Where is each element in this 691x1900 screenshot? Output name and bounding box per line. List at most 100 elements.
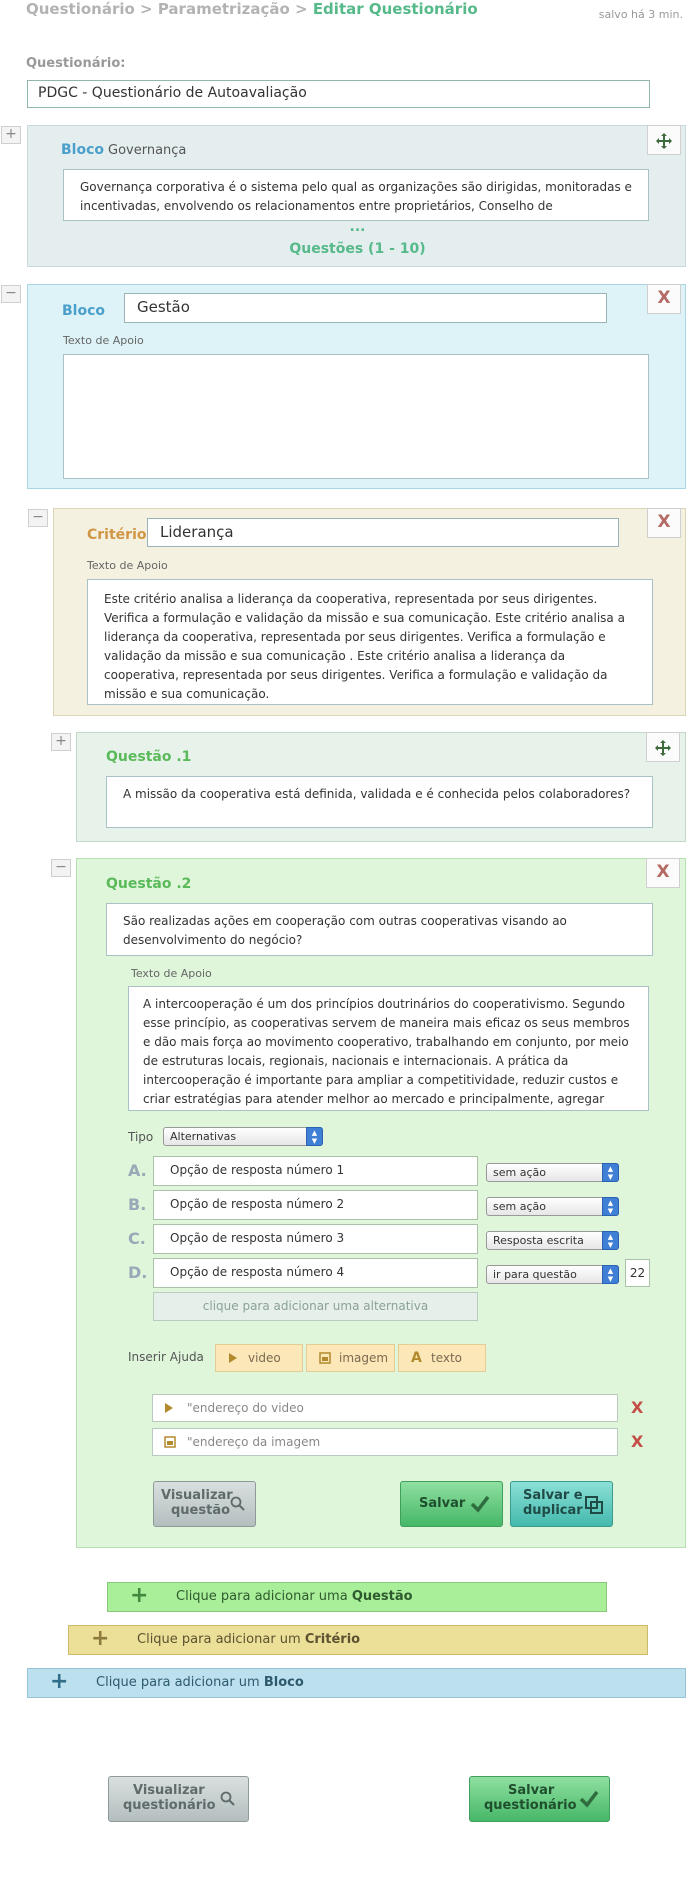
block-governanca-expand-toggle[interactable]: + <box>1 126 21 144</box>
move-questao-button[interactable] <box>646 732 680 762</box>
goto-question-number-input[interactable]: 22 <box>625 1259 650 1287</box>
support-text-area[interactable] <box>63 354 649 479</box>
close-criterio-button[interactable]: X <box>647 508 681 538</box>
saved-status: salvo há 3 min. <box>598 8 683 21</box>
preview-question-button[interactable]: Visualizar questão <box>153 1481 256 1527</box>
tipo-select-value: Alternativas <box>170 1130 237 1143</box>
alternative-input[interactable]: Opção de resposta número 1 <box>153 1156 478 1186</box>
video-url-input[interactable]: "endereço do video <box>152 1394 618 1422</box>
alternative-action-select[interactable]: ir para questão ▲ ▼ <box>486 1265 619 1284</box>
alternative-input[interactable]: Opção de resposta número 4 <box>153 1258 478 1288</box>
support-text-label: Texto de Apoio <box>87 559 168 572</box>
block-name-input[interactable]: Gestão <box>124 293 607 323</box>
alternative-action-value: ir para questão <box>493 1268 577 1281</box>
move-icon <box>655 740 671 756</box>
add-block-bold: Bloco <box>263 1675 304 1690</box>
breadcrumb-current: Editar Questionário <box>312 0 478 18</box>
alternative-letter: C. <box>128 1229 146 1248</box>
save-question-button[interactable]: Salvar <box>400 1481 503 1527</box>
block-name: Governança <box>108 143 187 158</box>
tipo-select[interactable]: Alternativas ▲ ▼ <box>163 1127 323 1146</box>
add-block-text: Clique para adicionar um Bloco <box>96 1669 304 1697</box>
select-arrows-icon: ▲ ▼ <box>602 1197 619 1216</box>
add-criterion-bar[interactable]: + Clique para adicionar um Critério <box>68 1625 648 1655</box>
add-question-bar[interactable]: + Clique para adicionar uma Questão <box>107 1582 607 1612</box>
help-image-button[interactable]: imagem <box>306 1344 395 1372</box>
alternative-input[interactable]: Opção de resposta número 3 <box>153 1224 478 1254</box>
criterio-name-input[interactable]: Liderança <box>147 518 619 547</box>
image-icon <box>319 1345 331 1380</box>
breadcrumb-separator: > <box>140 0 153 18</box>
alternative-input[interactable]: Opção de resposta número 2 <box>153 1190 478 1220</box>
tipo-label: Tipo <box>128 1130 154 1144</box>
insert-help-label: Inserir Ajuda <box>128 1350 204 1364</box>
help-image-label: imagem <box>339 1351 389 1365</box>
questao-text-input[interactable]: São realizadas ações em cooperação com o… <box>106 903 653 956</box>
add-criterion-prefix: Clique para adicionar um <box>137 1632 305 1647</box>
questionario-label: Questionário: <box>26 56 126 71</box>
breadcrumb-questionario[interactable]: Questionário <box>26 0 135 18</box>
questao2-collapse-toggle[interactable]: − <box>51 859 71 877</box>
close-questao-button[interactable]: X <box>646 858 680 888</box>
block-label: Bloco <box>62 303 106 319</box>
questionario-name-input[interactable]: PDGC - Questionário de Autoavaliação <box>27 80 650 108</box>
block-summary-text: Governança corporativa é o sistema pelo … <box>63 169 649 221</box>
remove-video-button[interactable]: X <box>631 1398 643 1417</box>
alternative-action-select[interactable]: sem ação ▲ ▼ <box>486 1163 619 1182</box>
alternative-action-select[interactable]: sem ação ▲ ▼ <box>486 1197 619 1216</box>
select-arrows-icon: ▲ ▼ <box>602 1231 619 1250</box>
questao-text: A missão da cooperativa está definida, v… <box>106 776 653 828</box>
questao-label: Questão .1 <box>106 749 192 765</box>
alternative-letter: D. <box>128 1263 148 1282</box>
help-text-label: texto <box>431 1351 463 1365</box>
add-alternative-button[interactable]: clique para adicionar uma alternativa <box>153 1292 478 1321</box>
move-icon <box>656 133 672 149</box>
check-icon <box>579 1790 599 1808</box>
text-a-icon: A <box>411 1350 422 1366</box>
close-block-button[interactable]: X <box>647 284 681 314</box>
image-icon <box>164 1429 176 1464</box>
save-and-duplicate-button[interactable]: Salvar e duplicar <box>510 1481 613 1527</box>
questao-support-text[interactable]: A intercooperação é um dos princípios do… <box>128 986 649 1111</box>
alternative-action-select[interactable]: Resposta escrita ▲ ▼ <box>486 1231 619 1250</box>
add-block-prefix: Clique para adicionar um <box>96 1675 264 1690</box>
add-criterion-text: Clique para adicionar um Critério <box>137 1626 360 1654</box>
preview-questionnaire-button[interactable]: Visualizar questionário <box>108 1776 249 1822</box>
plus-icon: + <box>130 1583 149 1608</box>
play-icon <box>228 1345 238 1380</box>
questao-label: Questão .2 <box>106 876 192 892</box>
plus-icon: + <box>91 1626 110 1651</box>
help-text-button[interactable]: A texto <box>398 1344 486 1372</box>
alternative-action-value: sem ação <box>493 1166 546 1179</box>
breadcrumb: Questionário > Parametrização > Editar Q… <box>26 0 478 18</box>
criterio-collapse-toggle[interactable]: − <box>28 509 48 527</box>
breadcrumb-parametrizacao[interactable]: Parametrização <box>158 0 290 18</box>
support-text-label: Texto de Apoio <box>63 334 144 347</box>
breadcrumb-separator: > <box>295 0 308 18</box>
alternative-letter: A. <box>128 1161 147 1180</box>
image-url-placeholder: "endereço da imagem <box>187 1435 321 1449</box>
move-block-button[interactable] <box>647 125 681 155</box>
add-question-text: Clique para adicionar uma Questão <box>176 1583 413 1611</box>
questao1-expand-toggle[interactable]: + <box>51 733 71 751</box>
add-question-bold: Questão <box>351 1589 413 1604</box>
alternative-action-value: sem ação <box>493 1200 546 1213</box>
help-video-button[interactable]: video <box>215 1344 303 1372</box>
help-video-label: video <box>248 1351 281 1365</box>
select-arrows-icon: ▲ ▼ <box>602 1163 619 1182</box>
block-label: Bloco <box>61 142 105 158</box>
save-questionnaire-button[interactable]: Salvar questionário <box>469 1776 610 1822</box>
alternative-action-value: Resposta escrita <box>493 1234 584 1247</box>
criterio-support-text[interactable]: Este critério analisa a liderança da coo… <box>87 579 653 705</box>
select-arrows-icon: ▲ ▼ <box>306 1127 323 1146</box>
questions-range-link[interactable]: Questões (1 - 10) <box>28 241 687 257</box>
add-block-bar[interactable]: + Clique para adicionar um Bloco <box>27 1668 686 1698</box>
questao-1: Questão .1 A missão da cooperativa está … <box>76 732 686 842</box>
criterio-label: Critério <box>87 527 147 543</box>
image-url-input[interactable]: "endereço da imagem <box>152 1428 618 1456</box>
questao-2: Questão .2 X São realizadas ações em coo… <box>76 858 686 1548</box>
check-icon <box>470 1495 490 1513</box>
add-question-prefix: Clique para adicionar uma <box>176 1589 352 1604</box>
block-gestao-collapse-toggle[interactable]: − <box>1 285 21 303</box>
remove-image-button[interactable]: X <box>631 1432 643 1451</box>
